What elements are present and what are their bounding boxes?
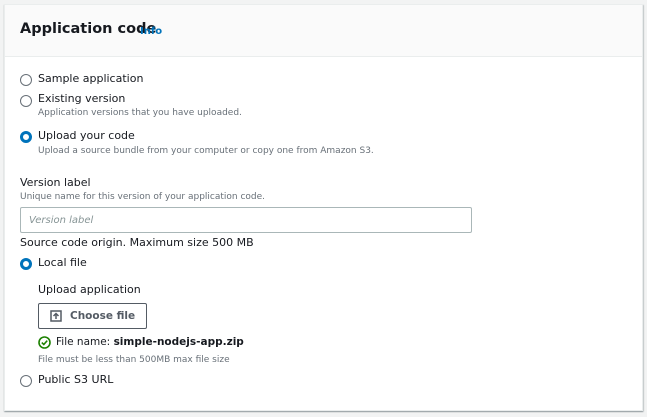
file-name-prefix: File name: (56, 336, 114, 348)
source-origin-heading: Source code origin. Maximum size 500 MB (20, 236, 254, 249)
check-circle-icon (38, 336, 51, 349)
sample-application-label[interactable]: Sample application (38, 72, 143, 85)
version-label-description: Unique name for this version of your app… (20, 192, 266, 202)
choose-file-button-label: Choose file (70, 310, 136, 322)
radio-upload-your-code[interactable] (20, 131, 32, 143)
public-s3-url-label[interactable]: Public S3 URL (38, 373, 113, 386)
radio-sample-application[interactable] (20, 74, 32, 86)
radio-local-file[interactable] (20, 258, 32, 270)
application-code-panel: Application code Info Sample application… (4, 4, 643, 411)
choose-file-button[interactable]: Choose file (38, 303, 147, 329)
upload-your-code-description: Upload a source bundle from your compute… (38, 146, 374, 156)
upload-your-code-label[interactable]: Upload your code (38, 129, 135, 142)
info-link[interactable]: Info (140, 26, 162, 37)
radio-existing-version[interactable] (20, 95, 32, 107)
upload-icon (50, 310, 62, 322)
existing-version-label[interactable]: Existing version (38, 92, 125, 105)
radio-public-s3-url[interactable] (20, 375, 32, 387)
file-name-value: simple-nodejs-app.zip (113, 336, 244, 348)
file-name-text: File name: simple-nodejs-app.zip (56, 336, 244, 348)
version-label-input[interactable] (20, 207, 472, 233)
upload-application-label: Upload application (38, 283, 141, 296)
section-title: Application code (20, 21, 157, 37)
version-label-heading: Version label (20, 176, 91, 189)
existing-version-description: Application versions that you have uploa… (38, 108, 242, 118)
panel-header: Application code Info (5, 5, 642, 57)
local-file-label[interactable]: Local file (38, 256, 87, 269)
file-size-hint: File must be less than 500MB max file si… (38, 355, 230, 365)
